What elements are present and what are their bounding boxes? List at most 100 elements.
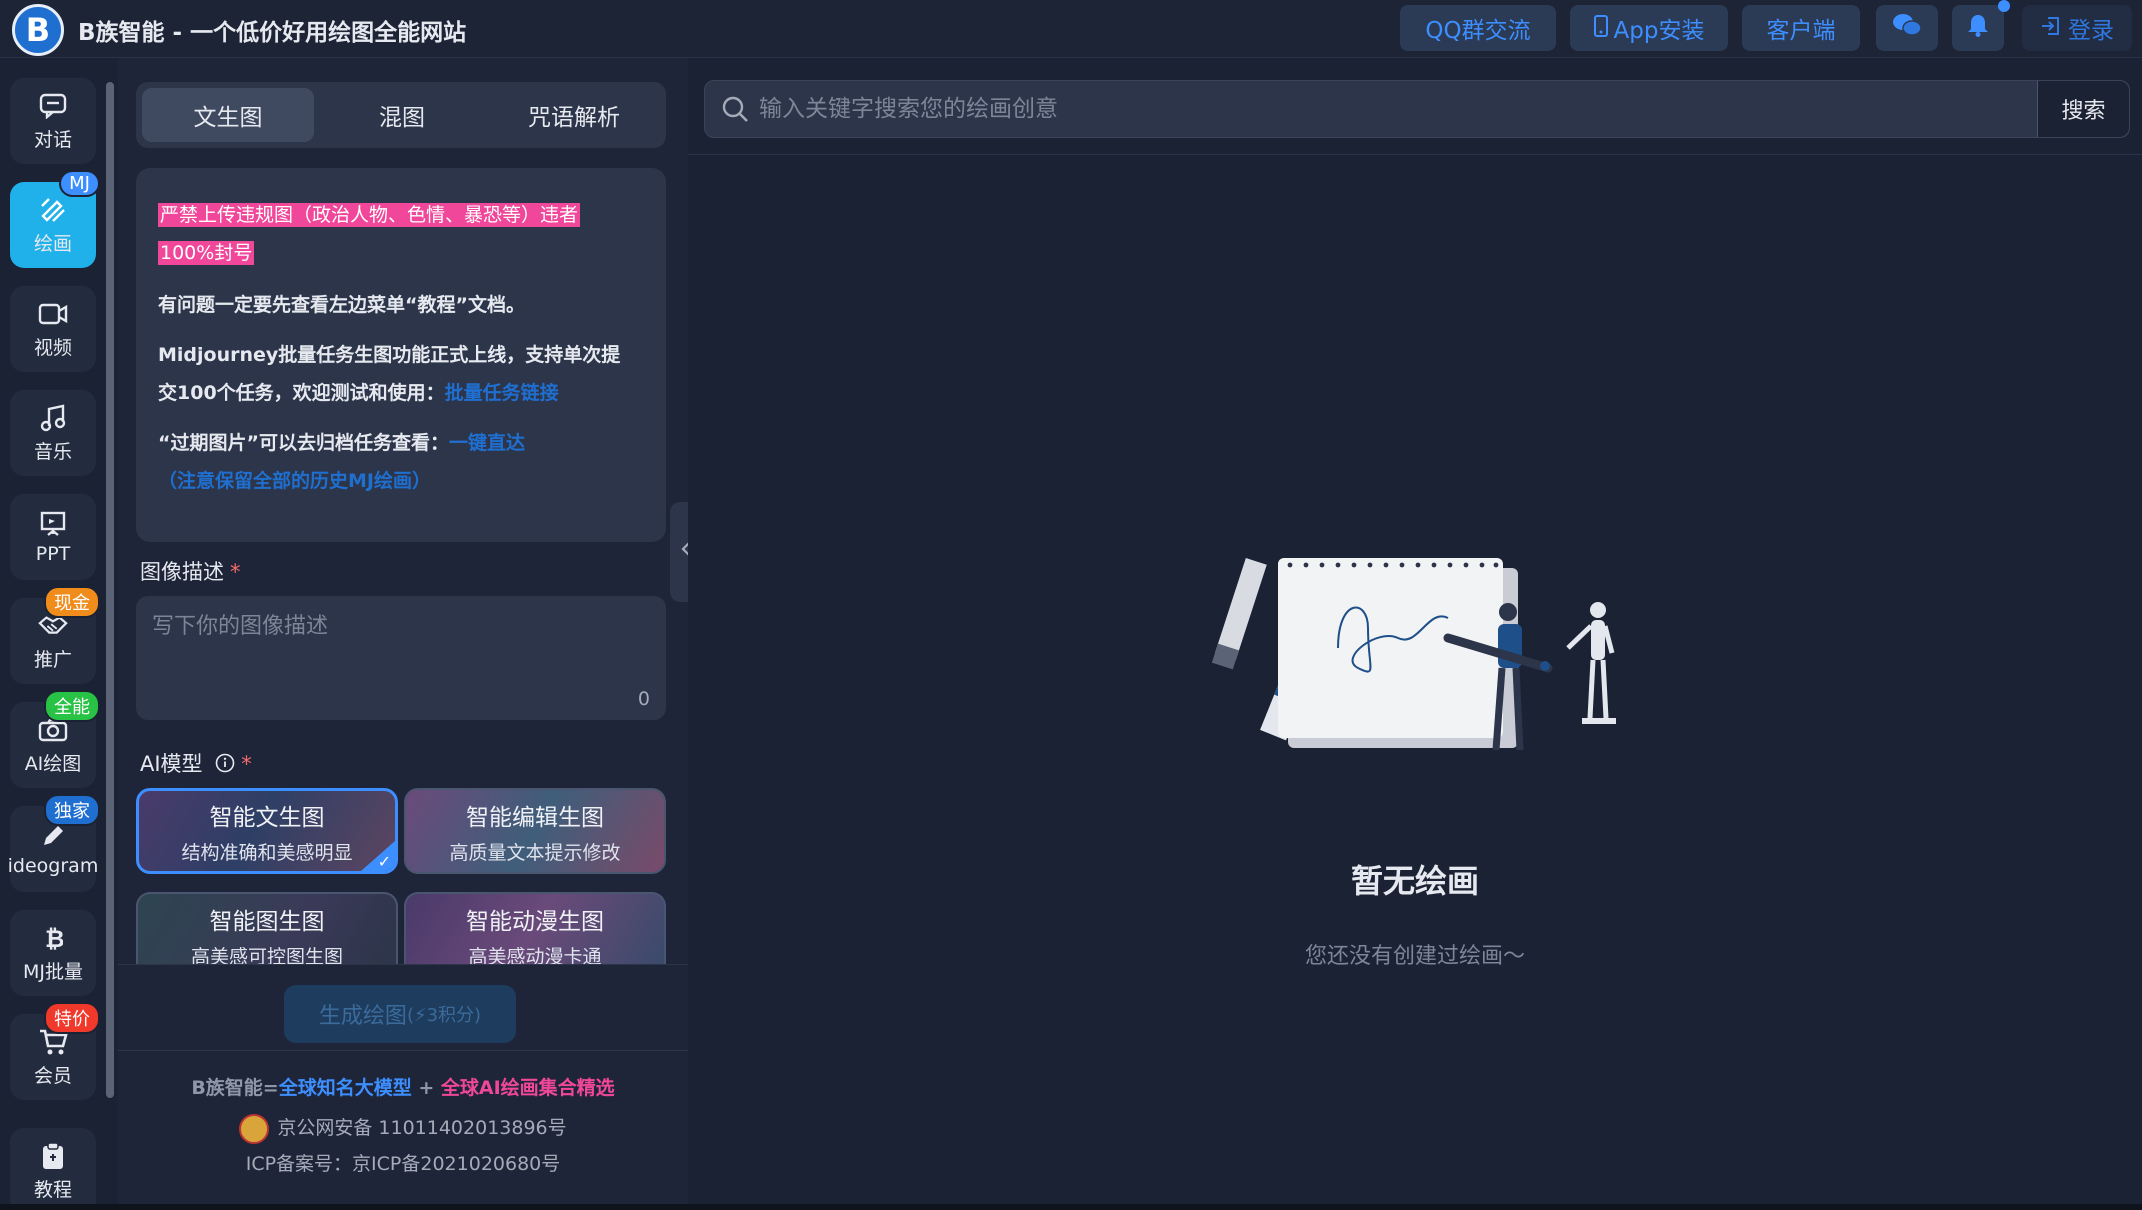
nav-item-chat[interactable]: 对话 bbox=[10, 78, 96, 164]
divider bbox=[688, 154, 2142, 155]
nav-label: 音乐 bbox=[33, 440, 72, 463]
archive-link[interactable]: 一键直达 bbox=[449, 432, 525, 454]
notice-batch-1: Midjourney批量任务生图功能正式上线，支持单次提 bbox=[158, 344, 621, 366]
nav-item-member[interactable]: 特价 会员 bbox=[10, 1002, 100, 1100]
model-subtitle: 结构准确和美感明显 bbox=[181, 841, 353, 864]
generate-label: 生成绘图 bbox=[318, 1004, 407, 1029]
nav-label: MJ批量 bbox=[23, 960, 83, 983]
required-mark: * bbox=[241, 752, 252, 776]
police-badge-icon bbox=[239, 1113, 270, 1144]
mode-tabs: 文生图 混图 咒语解析 bbox=[136, 82, 666, 148]
desc-label: 图像描述 * bbox=[140, 556, 241, 586]
nav-item-ideogram[interactable]: 独家 ideogram bbox=[7, 794, 100, 892]
svg-text:₿: ₿ bbox=[45, 925, 63, 952]
top-bar: B B族智能 - 一个低价好用绘图全能网站 QQ群交流 App安装 客户端 登录 bbox=[0, 0, 2142, 58]
tab-text-to-image[interactable]: 文生图 bbox=[142, 88, 314, 142]
footer-police[interactable]: 京公网安备 11011402013896号 bbox=[118, 1113, 688, 1144]
phone-icon bbox=[1593, 14, 1608, 42]
footer-icp[interactable]: ICP备案号：京ICP备2021020680号 bbox=[118, 1149, 688, 1176]
desc-placeholder: 写下你的图像描述 bbox=[152, 614, 329, 639]
tab-describe[interactable]: 咒语解析 bbox=[488, 88, 660, 142]
generate-cost: (⚡3积分) bbox=[406, 1005, 482, 1026]
notice-batch-2: 交100个任务，欢迎测试和使用： bbox=[158, 382, 445, 404]
bottom-edge bbox=[0, 1204, 2142, 1210]
nav-item-ppt[interactable]: PPT bbox=[10, 494, 96, 580]
bell-icon bbox=[1967, 13, 1989, 43]
music-icon bbox=[38, 403, 68, 433]
info-icon[interactable] bbox=[215, 753, 235, 778]
footer-part1: 全球知名大模型 bbox=[278, 1077, 412, 1099]
search-button[interactable]: 搜索 bbox=[2037, 81, 2129, 137]
nav-item-music[interactable]: 音乐 bbox=[10, 390, 96, 476]
image-description-input[interactable]: 写下你的图像描述 0 bbox=[136, 596, 666, 720]
nav-label: 对话 bbox=[33, 128, 72, 151]
model-title: 智能编辑生图 bbox=[466, 804, 604, 831]
archive-note-link[interactable]: （注意保留全部的历史MJ绘画） bbox=[158, 470, 431, 492]
nav-scrollbar[interactable] bbox=[106, 82, 114, 1098]
nav-item-ai-draw[interactable]: 全能 AI绘图 bbox=[10, 690, 100, 788]
char-counter: 0 bbox=[637, 688, 650, 710]
empty-illustration bbox=[1208, 498, 1628, 792]
bitcoin-icon: ₿ bbox=[38, 923, 68, 953]
nav-item-promote[interactable]: 现金 推广 bbox=[10, 586, 100, 684]
model-card-text-to-image[interactable]: 智能文生图 结构准确和美感明显 ✓ bbox=[136, 788, 398, 874]
nav-label: 绘画 bbox=[33, 232, 72, 255]
nav-label: ideogram bbox=[7, 855, 99, 877]
client-label: 客户端 bbox=[1766, 18, 1836, 44]
clipboard-icon bbox=[38, 1141, 68, 1171]
nav-item-tutorial[interactable]: 教程 bbox=[10, 1128, 96, 1210]
notification-button[interactable] bbox=[1952, 5, 2004, 51]
model-title: 智能图生图 bbox=[209, 909, 325, 935]
nav-item-mj-batch[interactable]: ₿ MJ批量 bbox=[10, 910, 96, 996]
nav-badge-cash: 现金 bbox=[44, 586, 100, 618]
main-content: 搜索 bbox=[688, 58, 2142, 1210]
nav-label: 视频 bbox=[33, 336, 72, 359]
video-icon bbox=[38, 299, 68, 329]
brush-icon bbox=[38, 195, 68, 225]
login-button[interactable]: 登录 bbox=[2022, 5, 2132, 51]
footer-brand: B族智能= bbox=[191, 1077, 279, 1099]
selected-check-icon: ✓ bbox=[361, 841, 395, 871]
model-title: 智能文生图 bbox=[209, 804, 325, 831]
draw-form-panel: 文生图 混图 咒语解析 严禁上传违规图（政治人物、色情、暴恐等）违者 100%封… bbox=[118, 58, 688, 1210]
search-input[interactable] bbox=[759, 81, 2049, 137]
nav-badge-all: 全能 bbox=[44, 690, 100, 722]
login-icon bbox=[2040, 15, 2062, 42]
model-subtitle: 高美感动漫卡通 bbox=[468, 946, 602, 964]
footer: B族智能=全球知名大模型 + 全球AI绘画集合精选 京公网安备 11011402… bbox=[118, 1050, 688, 1210]
model-card-anime[interactable]: 智能动漫生图 高美感动漫卡通 bbox=[404, 892, 666, 964]
notice-box: 严禁上传违规图（政治人物、色情、暴恐等）违者 100%封号 有问题一定要先查看左… bbox=[136, 168, 666, 542]
left-nav: 对话 MJ 绘画 视频 音乐 PPT 现金 推广 全能 AI绘图 独家 ideo… bbox=[0, 58, 110, 1210]
nav-label: PPT bbox=[35, 543, 71, 565]
generate-button[interactable]: 生成绘图 (⚡3积分) bbox=[284, 985, 516, 1043]
tab-blend[interactable]: 混图 bbox=[316, 88, 488, 142]
police-text: 京公网安备 11011402013896号 bbox=[277, 1117, 567, 1139]
warning-text-2: 100%封号 bbox=[158, 241, 255, 265]
footer-slogan: B族智能=全球知名大模型 + 全球AI绘画集合精选 bbox=[118, 1073, 688, 1100]
empty-subtitle: 您还没有创建过绘画～ bbox=[1304, 944, 1525, 969]
batch-task-link[interactable]: 批量任务链接 bbox=[445, 382, 559, 404]
site-title: B族智能 - 一个低价好用绘图全能网站 bbox=[78, 20, 467, 46]
wechat-icon bbox=[1892, 12, 1922, 44]
required-mark: * bbox=[230, 560, 241, 584]
footer-part2: 全球AI绘画集合精选 bbox=[440, 1077, 615, 1099]
model-card-edit[interactable]: 智能编辑生图 高质量文本提示修改 bbox=[404, 788, 666, 874]
model-card-image-to-image[interactable]: 智能图生图 高美感可控图生图 bbox=[136, 892, 398, 964]
nav-badge-exclusive: 独家 bbox=[44, 794, 100, 826]
empty-title: 暂无绘画 bbox=[1350, 862, 1479, 900]
nav-item-draw[interactable]: MJ 绘画 bbox=[10, 170, 100, 268]
nav-label: 教程 bbox=[33, 1178, 72, 1201]
notice-tutorial: 有问题一定要先查看左边菜单“教程”文档。 bbox=[158, 294, 525, 316]
notice-archive: “过期图片”可以去归档任务查看： bbox=[158, 432, 449, 454]
footer-plus: + bbox=[418, 1077, 435, 1099]
client-button[interactable]: 客户端 bbox=[1742, 5, 1860, 51]
app-install-button[interactable]: App安装 bbox=[1570, 5, 1728, 51]
nav-item-video[interactable]: 视频 bbox=[10, 286, 96, 372]
logo[interactable]: B bbox=[12, 4, 64, 56]
desc-label-text: 图像描述 bbox=[140, 560, 224, 584]
nav-label: 推广 bbox=[33, 648, 72, 671]
wechat-button[interactable] bbox=[1876, 5, 1938, 51]
qq-group-button[interactable]: QQ群交流 bbox=[1400, 5, 1556, 51]
warning-text-1: 严禁上传违规图（政治人物、色情、暴恐等）违者 bbox=[158, 203, 581, 227]
nav-label: 会员 bbox=[33, 1064, 72, 1087]
